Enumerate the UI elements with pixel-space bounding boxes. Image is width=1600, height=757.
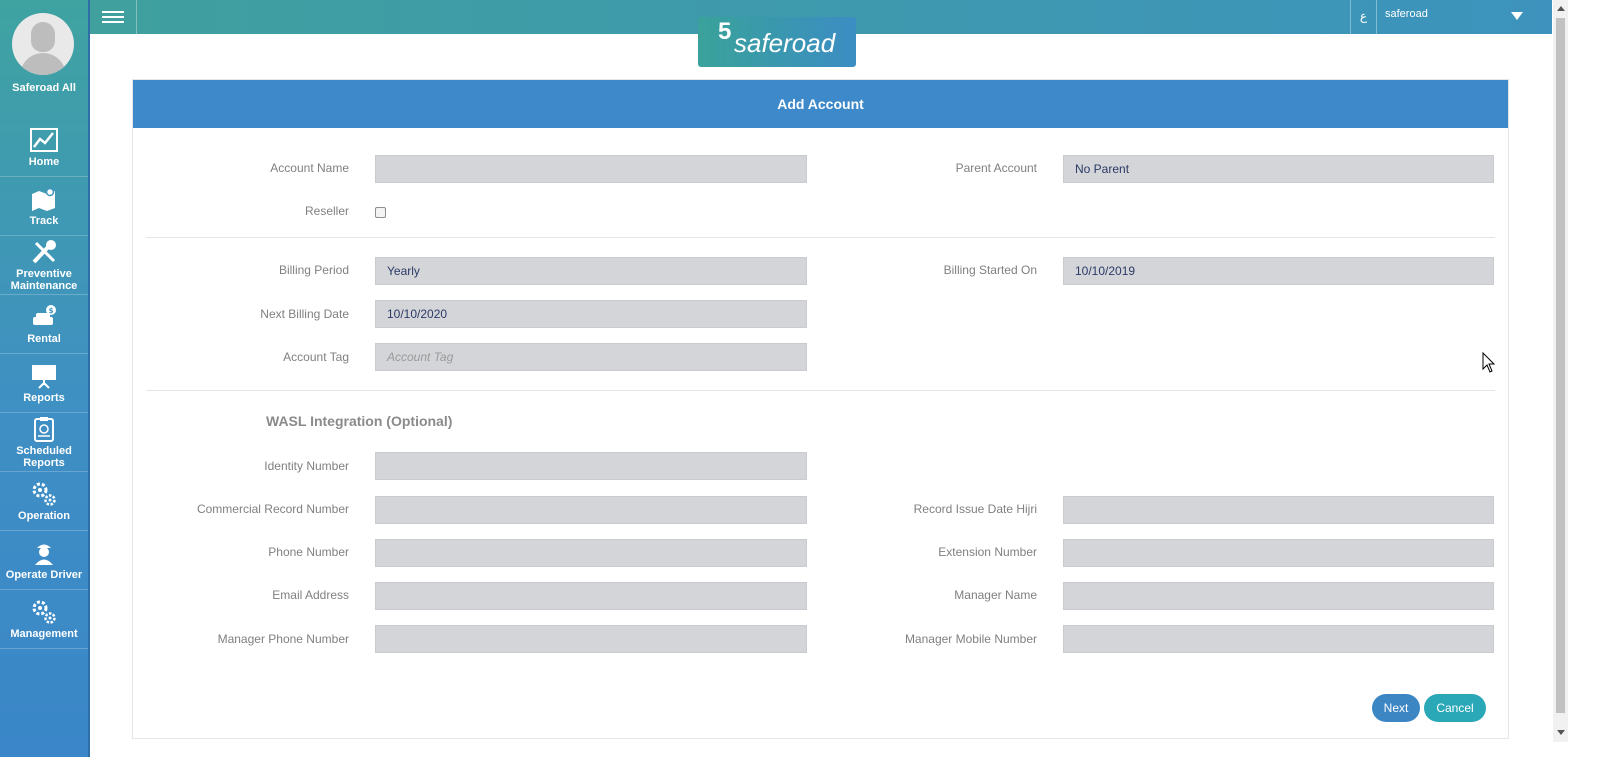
- record-issue-date-hijri-label: Record Issue Date Hijri: [913, 502, 1037, 516]
- billing-started-on-input[interactable]: 10/10/2019: [1063, 257, 1494, 285]
- billing-started-on-label: Billing Started On: [943, 263, 1037, 277]
- sidebar-item-label: Track: [29, 214, 59, 227]
- reseller-label: Reseller: [304, 204, 349, 218]
- chart-icon: [30, 127, 58, 152]
- sidebar-item-label: Management: [10, 627, 78, 640]
- account-dropdown-label: saferoad: [1385, 8, 1428, 20]
- reseller-checkbox[interactable]: [375, 207, 386, 218]
- clipboard-icon: [34, 416, 54, 442]
- manager-name-label: Manager Name: [954, 588, 1037, 602]
- sidebar-item-label: Reports: [23, 391, 65, 404]
- record-issue-date-hijri-input[interactable]: [1063, 496, 1494, 524]
- sidebar-item-track[interactable]: Track: [0, 177, 88, 236]
- sidebar: Saferoad All Home Track Preventive Maint…: [0, 0, 90, 757]
- wrench-icon: [32, 239, 56, 263]
- next-billing-date-label: Next Billing Date: [260, 307, 349, 321]
- next-billing-date-input[interactable]: 10/10/2020: [375, 300, 807, 328]
- svg-text:$: $: [49, 307, 54, 315]
- caret-down-icon: [1511, 12, 1523, 20]
- driver-icon: [35, 544, 53, 565]
- identity-number-label: Identity Number: [264, 459, 349, 473]
- phone-number-input[interactable]: [375, 539, 807, 567]
- panel-title: Add Account: [133, 80, 1508, 128]
- gears-icon: [32, 600, 56, 624]
- wasl-section-title: WASL Integration (Optional): [266, 413, 453, 429]
- phone-number-label: Phone Number: [268, 545, 349, 559]
- account-name-input[interactable]: [375, 155, 807, 183]
- sidebar-item-reports[interactable]: Reports: [0, 354, 88, 413]
- account-tag-label: Account Tag: [283, 350, 349, 364]
- cancel-button[interactable]: Cancel: [1424, 694, 1486, 722]
- identity-number-input[interactable]: [375, 452, 807, 480]
- saferoad-logo: 5 saferoad: [698, 17, 856, 67]
- commercial-record-number-input[interactable]: [375, 496, 807, 524]
- commercial-record-number-label: Commercial Record Number: [196, 502, 349, 516]
- page-scrollbar[interactable]: [1553, 0, 1568, 742]
- sidebar-item-operate-driver[interactable]: Operate Driver: [0, 531, 88, 590]
- sidebar-item-preventive-maintenance[interactable]: Preventive Maintenance: [0, 236, 88, 295]
- scroll-up-icon[interactable]: [1557, 6, 1565, 11]
- sidebar-nav: Home Track Preventive Maintenance $ Rent…: [0, 118, 88, 649]
- sidebar-item-home[interactable]: Home: [0, 118, 88, 177]
- account-tag-input[interactable]: Account Tag: [375, 343, 807, 371]
- divider: [146, 390, 1495, 391]
- sidebar-item-operation[interactable]: Operation: [0, 472, 88, 531]
- account-dropdown[interactable]: saferoad: [1385, 0, 1545, 34]
- billing-period-select[interactable]: Yearly: [375, 257, 807, 285]
- car-icon: $: [33, 304, 56, 325]
- user-name: Saferoad All: [12, 82, 76, 94]
- sidebar-item-management[interactable]: Management: [0, 590, 88, 649]
- mouse-cursor-icon: [1482, 352, 1496, 373]
- manager-phone-number-input[interactable]: [375, 625, 807, 653]
- logo-text: saferoad: [734, 28, 836, 58]
- sidebar-item-label: Operate Driver: [5, 568, 83, 581]
- manager-phone-number-label: Manager Phone Number: [217, 632, 349, 646]
- account-name-label: Account Name: [270, 161, 349, 175]
- email-address-input[interactable]: [375, 582, 807, 610]
- avatar[interactable]: [12, 13, 74, 75]
- sidebar-item-label: Rental: [27, 332, 61, 345]
- manager-mobile-number-input[interactable]: [1063, 625, 1494, 653]
- sidebar-item-label: Scheduled Reports: [16, 444, 72, 469]
- extension-number-label: Extension Number: [938, 545, 1037, 559]
- menu-toggle-icon[interactable]: [90, 0, 137, 34]
- manager-mobile-number-label: Manager Mobile Number: [904, 632, 1037, 646]
- sidebar-item-label: Operation: [18, 509, 70, 522]
- scroll-down-icon[interactable]: [1557, 730, 1565, 735]
- presentation-icon: [32, 364, 56, 389]
- email-address-label: Email Address: [272, 588, 349, 602]
- sidebar-item-label: Home: [28, 155, 60, 168]
- billing-period-label: Billing Period: [278, 263, 349, 277]
- parent-account-label: Parent Account: [955, 161, 1037, 175]
- divider: [146, 237, 1495, 238]
- sidebar-item-scheduled-reports[interactable]: Scheduled Reports: [0, 413, 88, 472]
- map-icon: [32, 187, 55, 211]
- gears-icon: [32, 482, 56, 506]
- sidebar-item-rental[interactable]: $ Rental: [0, 295, 88, 354]
- logo-mark: 5: [718, 18, 732, 45]
- manager-name-input[interactable]: [1063, 582, 1494, 610]
- extension-number-input[interactable]: [1063, 539, 1494, 567]
- add-account-panel: Add Account Account Name Parent Account …: [132, 79, 1509, 739]
- sidebar-item-label: Preventive Maintenance: [10, 267, 78, 292]
- next-button[interactable]: Next: [1372, 694, 1420, 722]
- parent-account-select[interactable]: No Parent: [1063, 155, 1494, 183]
- language-toggle-button[interactable]: ع: [1350, 0, 1377, 34]
- scroll-thumb[interactable]: [1556, 18, 1565, 713]
